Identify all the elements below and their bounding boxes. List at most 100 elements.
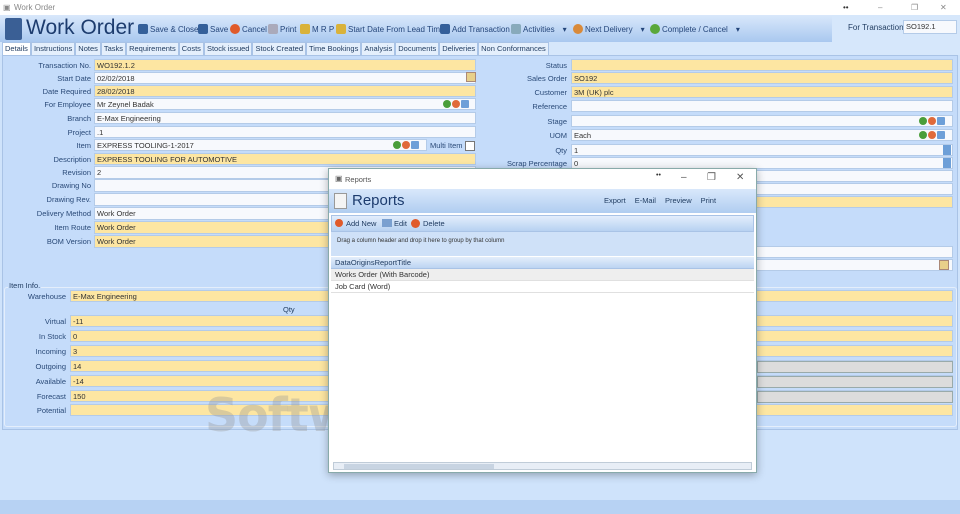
horizontal-scrollbar[interactable] — [333, 462, 752, 470]
preview-button[interactable]: Preview — [665, 196, 692, 205]
export-button[interactable]: Export — [604, 196, 626, 205]
report-icon — [334, 193, 347, 209]
tab-instructions[interactable]: Instructions — [30, 42, 76, 55]
cancel-icon — [230, 24, 240, 34]
tab-costs[interactable]: Costs — [178, 42, 204, 55]
save-button[interactable]: Save — [198, 24, 228, 34]
save-close-button[interactable]: Save & Close — [138, 24, 198, 34]
browse-icon[interactable] — [411, 141, 419, 149]
multi-item-checkbox[interactable] — [465, 141, 475, 151]
tab-deliveries[interactable]: Deliveries — [439, 42, 479, 55]
field-qty[interactable]: 1 — [571, 144, 953, 156]
add-icon[interactable] — [928, 117, 936, 125]
item-info-label: In Stock — [38, 332, 66, 341]
edit-button[interactable]: Edit — [394, 219, 407, 228]
add-icon[interactable] — [928, 131, 936, 139]
tab-requirements[interactable]: Requirements — [126, 42, 179, 55]
activities-button[interactable]: Activities ▾ — [511, 24, 567, 34]
complete-cancel-button[interactable]: Complete / Cancel ▾ — [650, 24, 740, 34]
extra-qty-field — [757, 361, 953, 373]
tab-documents[interactable]: Documents — [395, 42, 440, 55]
minimize-button[interactable]: – — [878, 3, 882, 12]
tab-stock-issued[interactable]: Stock issued — [203, 42, 253, 55]
delivery-icon — [573, 24, 583, 34]
table-row[interactable]: Job Card (Word) — [331, 281, 754, 293]
column-header[interactable]: DataOriginsReportTitle — [331, 257, 754, 269]
maximize-button[interactable]: ❐ — [911, 3, 918, 12]
warehouse-label: Warehouse — [27, 292, 66, 301]
mrp-button[interactable]: M R P — [300, 24, 334, 34]
tab-analysis[interactable]: Analysis — [361, 42, 396, 55]
field-branch[interactable]: E-Max Engineering — [94, 112, 476, 124]
dropdown-icon[interactable] — [443, 100, 451, 108]
field-label: For Employee — [44, 100, 91, 109]
field-label: Drawing Rev. — [46, 195, 91, 204]
dropdown-icon[interactable] — [393, 141, 401, 149]
field-stage[interactable] — [571, 115, 953, 127]
check-icon — [650, 24, 660, 34]
for-transaction-field[interactable]: SO192.1 — [903, 20, 957, 34]
field-customer[interactable]: 3M (UK) plc — [571, 86, 953, 98]
field-uom[interactable]: Each — [571, 129, 953, 141]
field-label: Customer — [534, 88, 567, 97]
group-panel: Drag a column header and drop it here to… — [331, 232, 754, 256]
add-icon[interactable] — [452, 100, 460, 108]
field-project[interactable]: .1 — [94, 126, 476, 138]
maximize-button[interactable]: ❐ — [707, 172, 716, 183]
field-status[interactable] — [571, 59, 953, 71]
field-label: Scrap Percentage — [506, 159, 567, 168]
next-delivery-button[interactable]: Next Delivery ▾ — [573, 24, 645, 34]
item-info-title: Item Info. — [8, 281, 42, 290]
field-reference[interactable] — [571, 100, 953, 112]
browse-icon[interactable] — [937, 131, 945, 139]
label: Cancel — [242, 24, 267, 34]
tab-details[interactable]: Details — [2, 42, 31, 55]
field-start-date[interactable]: 02/02/2018 — [94, 72, 476, 84]
extra-qty-field — [757, 391, 953, 403]
start-date-lead-time-button[interactable]: Start Date From Lead Time — [336, 24, 444, 34]
print-button[interactable]: Print — [701, 196, 716, 205]
app-icon: ▣ — [3, 3, 11, 12]
field-item[interactable]: EXPRESS TOOLING-1-2017 — [94, 139, 427, 151]
cancel-button[interactable]: Cancel — [230, 24, 267, 34]
add-icon — [335, 219, 343, 227]
field-transaction-no-[interactable]: WO192.1.2 — [94, 59, 476, 71]
field-label: Drawing No — [51, 181, 91, 190]
tab-time-bookings[interactable]: Time Bookings — [306, 42, 362, 55]
label: Start Date From Lead Time — [348, 24, 445, 34]
calculator-icon[interactable] — [943, 158, 951, 168]
work-order-icon — [5, 18, 22, 40]
field-label: UOM — [549, 131, 568, 140]
browse-icon[interactable] — [461, 100, 469, 108]
calendar-icon[interactable] — [466, 72, 476, 82]
minimize-button[interactable]: – — [681, 172, 687, 183]
reports-dialog: ▣ Reports •• – ❐ ✕ Reports Export E-Mail… — [328, 168, 757, 473]
add-icon[interactable] — [402, 141, 410, 149]
field-date-required[interactable]: 28/02/2018 — [94, 85, 476, 97]
calendar-icon[interactable] — [939, 260, 949, 270]
field-for-employee[interactable]: Mr Zeynel Badak — [94, 98, 476, 110]
chevron-down-icon: ▾ — [562, 24, 567, 34]
field-sales-order[interactable]: SO192 — [571, 72, 953, 84]
add-new-button[interactable]: Add New — [346, 219, 376, 228]
field-label: Status — [545, 61, 567, 70]
for-transaction-label: For Transaction — [848, 23, 904, 32]
add-transaction-button[interactable]: Add Transaction — [440, 24, 510, 34]
close-button[interactable]: ✕ — [736, 172, 744, 183]
email-button[interactable]: E-Mail — [635, 196, 656, 205]
table-row[interactable]: Works Order (With Barcode) — [331, 269, 754, 281]
add-transaction-icon — [440, 24, 450, 34]
tab-stock-created[interactable]: Stock Created — [252, 42, 306, 55]
dropdown-icon[interactable] — [919, 117, 927, 125]
field-description[interactable]: EXPRESS TOOLING FOR AUTOMOTIVE — [94, 153, 476, 165]
print-button[interactable]: Print — [268, 24, 296, 34]
tab-tasks[interactable]: Tasks — [100, 42, 127, 55]
dropdown-icon[interactable] — [919, 131, 927, 139]
delete-button[interactable]: Delete — [423, 219, 445, 228]
tab-notes[interactable]: Notes — [75, 42, 101, 55]
browse-icon[interactable] — [937, 117, 945, 125]
close-button[interactable]: ✕ — [940, 3, 947, 12]
tab-non-conformances[interactable]: Non Conformances — [478, 42, 549, 55]
scrollbar-thumb[interactable] — [344, 464, 494, 469]
calculator-icon[interactable] — [943, 145, 951, 155]
